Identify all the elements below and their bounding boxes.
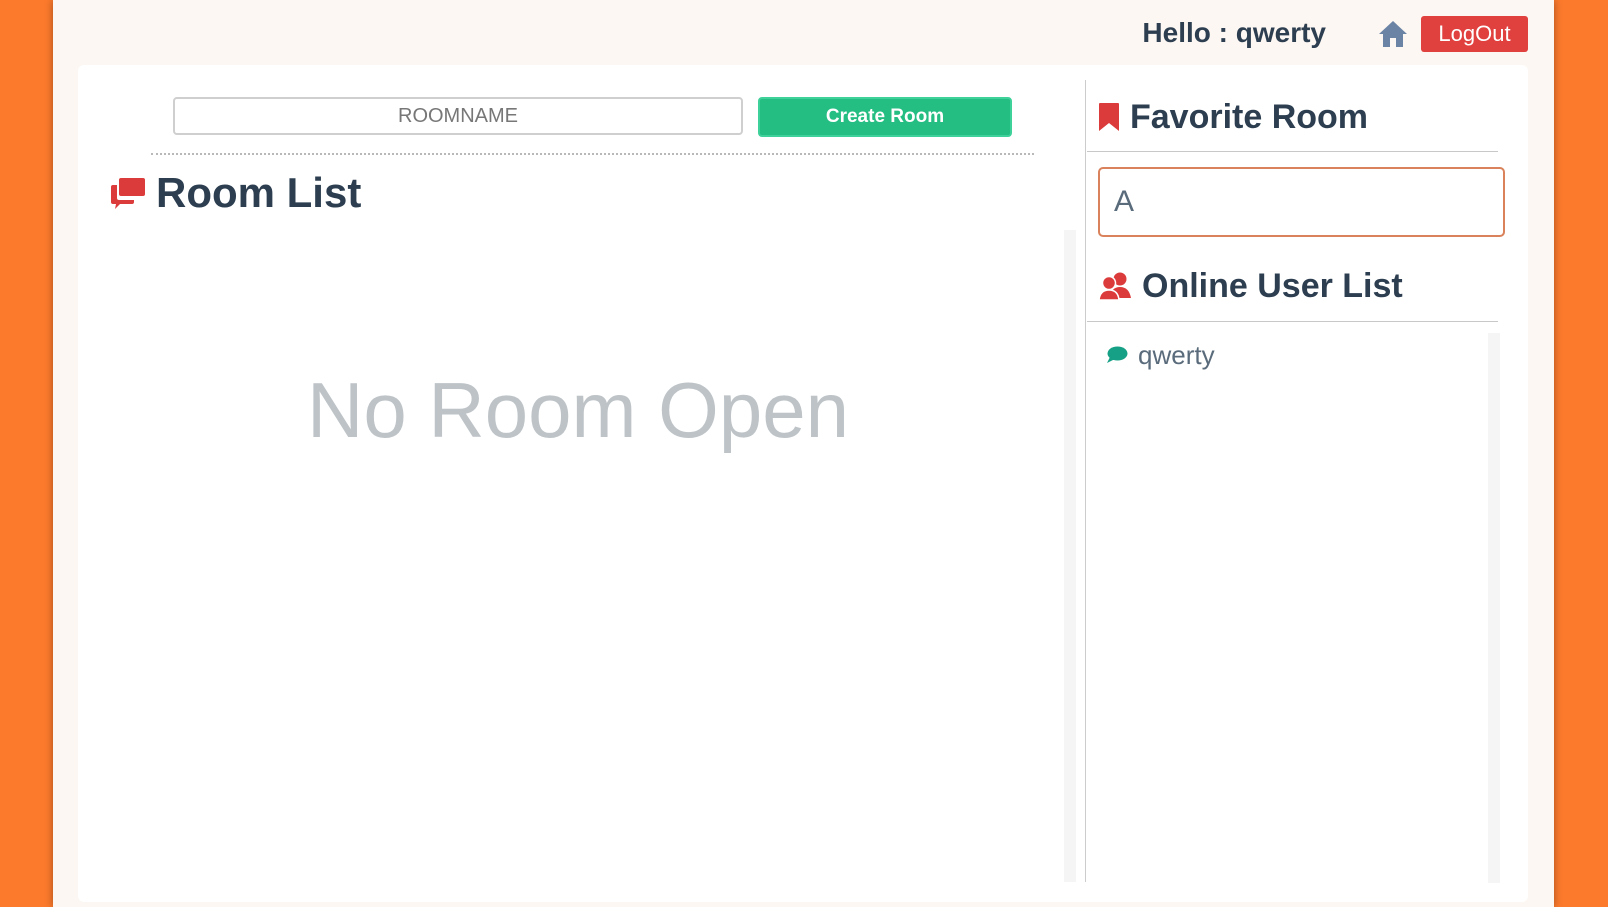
favorite-room-input[interactable]: [1098, 167, 1505, 237]
list-item[interactable]: qwerty: [1106, 337, 1215, 373]
favorite-room-title: Favorite Room: [1130, 97, 1369, 136]
favorite-room-heading: Favorite Room: [1098, 94, 1368, 140]
empty-state-message: No Room Open: [307, 366, 849, 454]
room-name-input[interactable]: [173, 97, 743, 135]
page-container: Hello : qwerty LogOut Create Room Room L…: [53, 0, 1554, 907]
bookmark-icon: [1099, 103, 1119, 131]
user-list-scrollbar[interactable]: [1488, 333, 1500, 883]
online-users-title: Online User List: [1142, 266, 1403, 305]
users-divider: [1087, 321, 1498, 322]
users-icon: [1098, 272, 1131, 301]
online-user-list: qwerty: [1106, 337, 1215, 373]
room-list-scrollbar[interactable]: [1064, 230, 1076, 882]
greeting-text: Hello : qwerty: [1142, 17, 1326, 48]
room-list-title: Room List: [156, 169, 362, 216]
chat-bubbles-icon: [111, 178, 145, 209]
chat-bubble-icon: [1107, 346, 1128, 363]
favorite-divider: [1087, 151, 1498, 152]
user-name: qwerty: [1138, 339, 1215, 370]
logout-button[interactable]: LogOut: [1421, 16, 1528, 52]
divider: [151, 153, 1034, 155]
create-room-button[interactable]: Create Room: [758, 97, 1012, 137]
online-users-heading: Online User List: [1098, 263, 1403, 309]
room-list-heading: Room List: [110, 168, 361, 218]
panel-divider: [1085, 80, 1086, 882]
main-card: Create Room Room List No Room Open Favor…: [78, 65, 1528, 902]
home-icon[interactable]: [1377, 18, 1409, 50]
